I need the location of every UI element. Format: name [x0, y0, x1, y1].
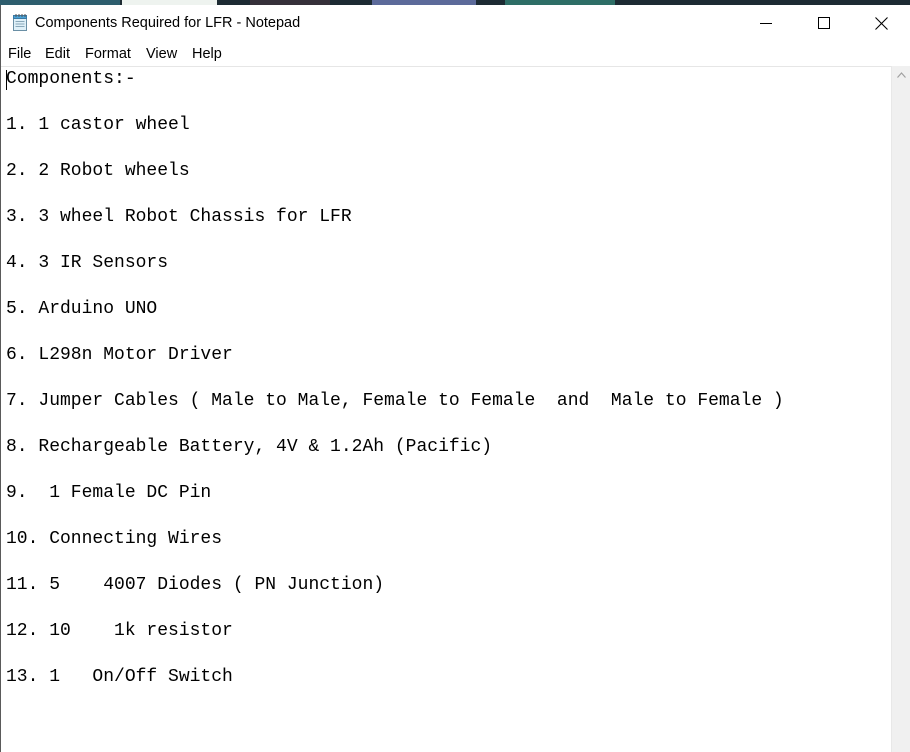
text-line: 11. 5 4007 Diodes ( PN Junction): [6, 575, 385, 595]
text-line: 4. 3 IR Sensors: [6, 253, 169, 273]
maximize-icon: [818, 17, 830, 29]
vertical-scrollbar[interactable]: [891, 66, 910, 752]
notepad-icon: [12, 13, 29, 32]
text-line: 9. 1 Female DC Pin: [6, 483, 212, 503]
notepad-window: Components Required for LFR - Notepad Fi…: [0, 5, 910, 752]
text-line: 8. Rechargeable Battery, 4V & 1.2Ah (Pac…: [6, 437, 493, 457]
text-line: 6. L298n Motor Driver: [6, 345, 233, 365]
minimize-icon: [760, 17, 772, 29]
menu-bar: File Edit Format View Help: [1, 41, 910, 67]
close-button[interactable]: [852, 5, 910, 41]
text-line: Components:-: [6, 69, 136, 89]
text-line: 7. Jumper Cables ( Male to Male, Female …: [6, 391, 784, 411]
text-line: 2. 2 Robot wheels: [6, 161, 190, 181]
scroll-up-arrow-icon[interactable]: [892, 66, 910, 84]
menu-help[interactable]: Help: [192, 46, 222, 62]
maximize-button[interactable]: [795, 5, 853, 41]
minimize-button[interactable]: [737, 5, 795, 41]
menu-view[interactable]: View: [146, 46, 177, 62]
text-line: 1. 1 castor wheel: [6, 115, 190, 135]
window-title: Components Required for LFR - Notepad: [35, 15, 301, 31]
text-line: 13. 1 On/Off Switch: [6, 667, 233, 687]
title-bar[interactable]: Components Required for LFR - Notepad: [1, 5, 910, 41]
menu-file[interactable]: File: [8, 46, 31, 62]
close-icon: [874, 16, 888, 30]
document-text: Components:- 1. 1 castor wheel 2. 2 Robo…: [6, 67, 784, 711]
text-editor-area[interactable]: Components:- 1. 1 castor wheel 2. 2 Robo…: [1, 66, 891, 752]
text-line: 5. Arduino UNO: [6, 299, 158, 319]
text-line: 3. 3 wheel Robot Chassis for LFR: [6, 207, 352, 227]
menu-edit[interactable]: Edit: [45, 46, 70, 62]
text-line: 10. Connecting Wires: [6, 529, 223, 549]
text-line: 12. 10 1k resistor: [6, 621, 233, 641]
menu-format[interactable]: Format: [85, 46, 131, 62]
